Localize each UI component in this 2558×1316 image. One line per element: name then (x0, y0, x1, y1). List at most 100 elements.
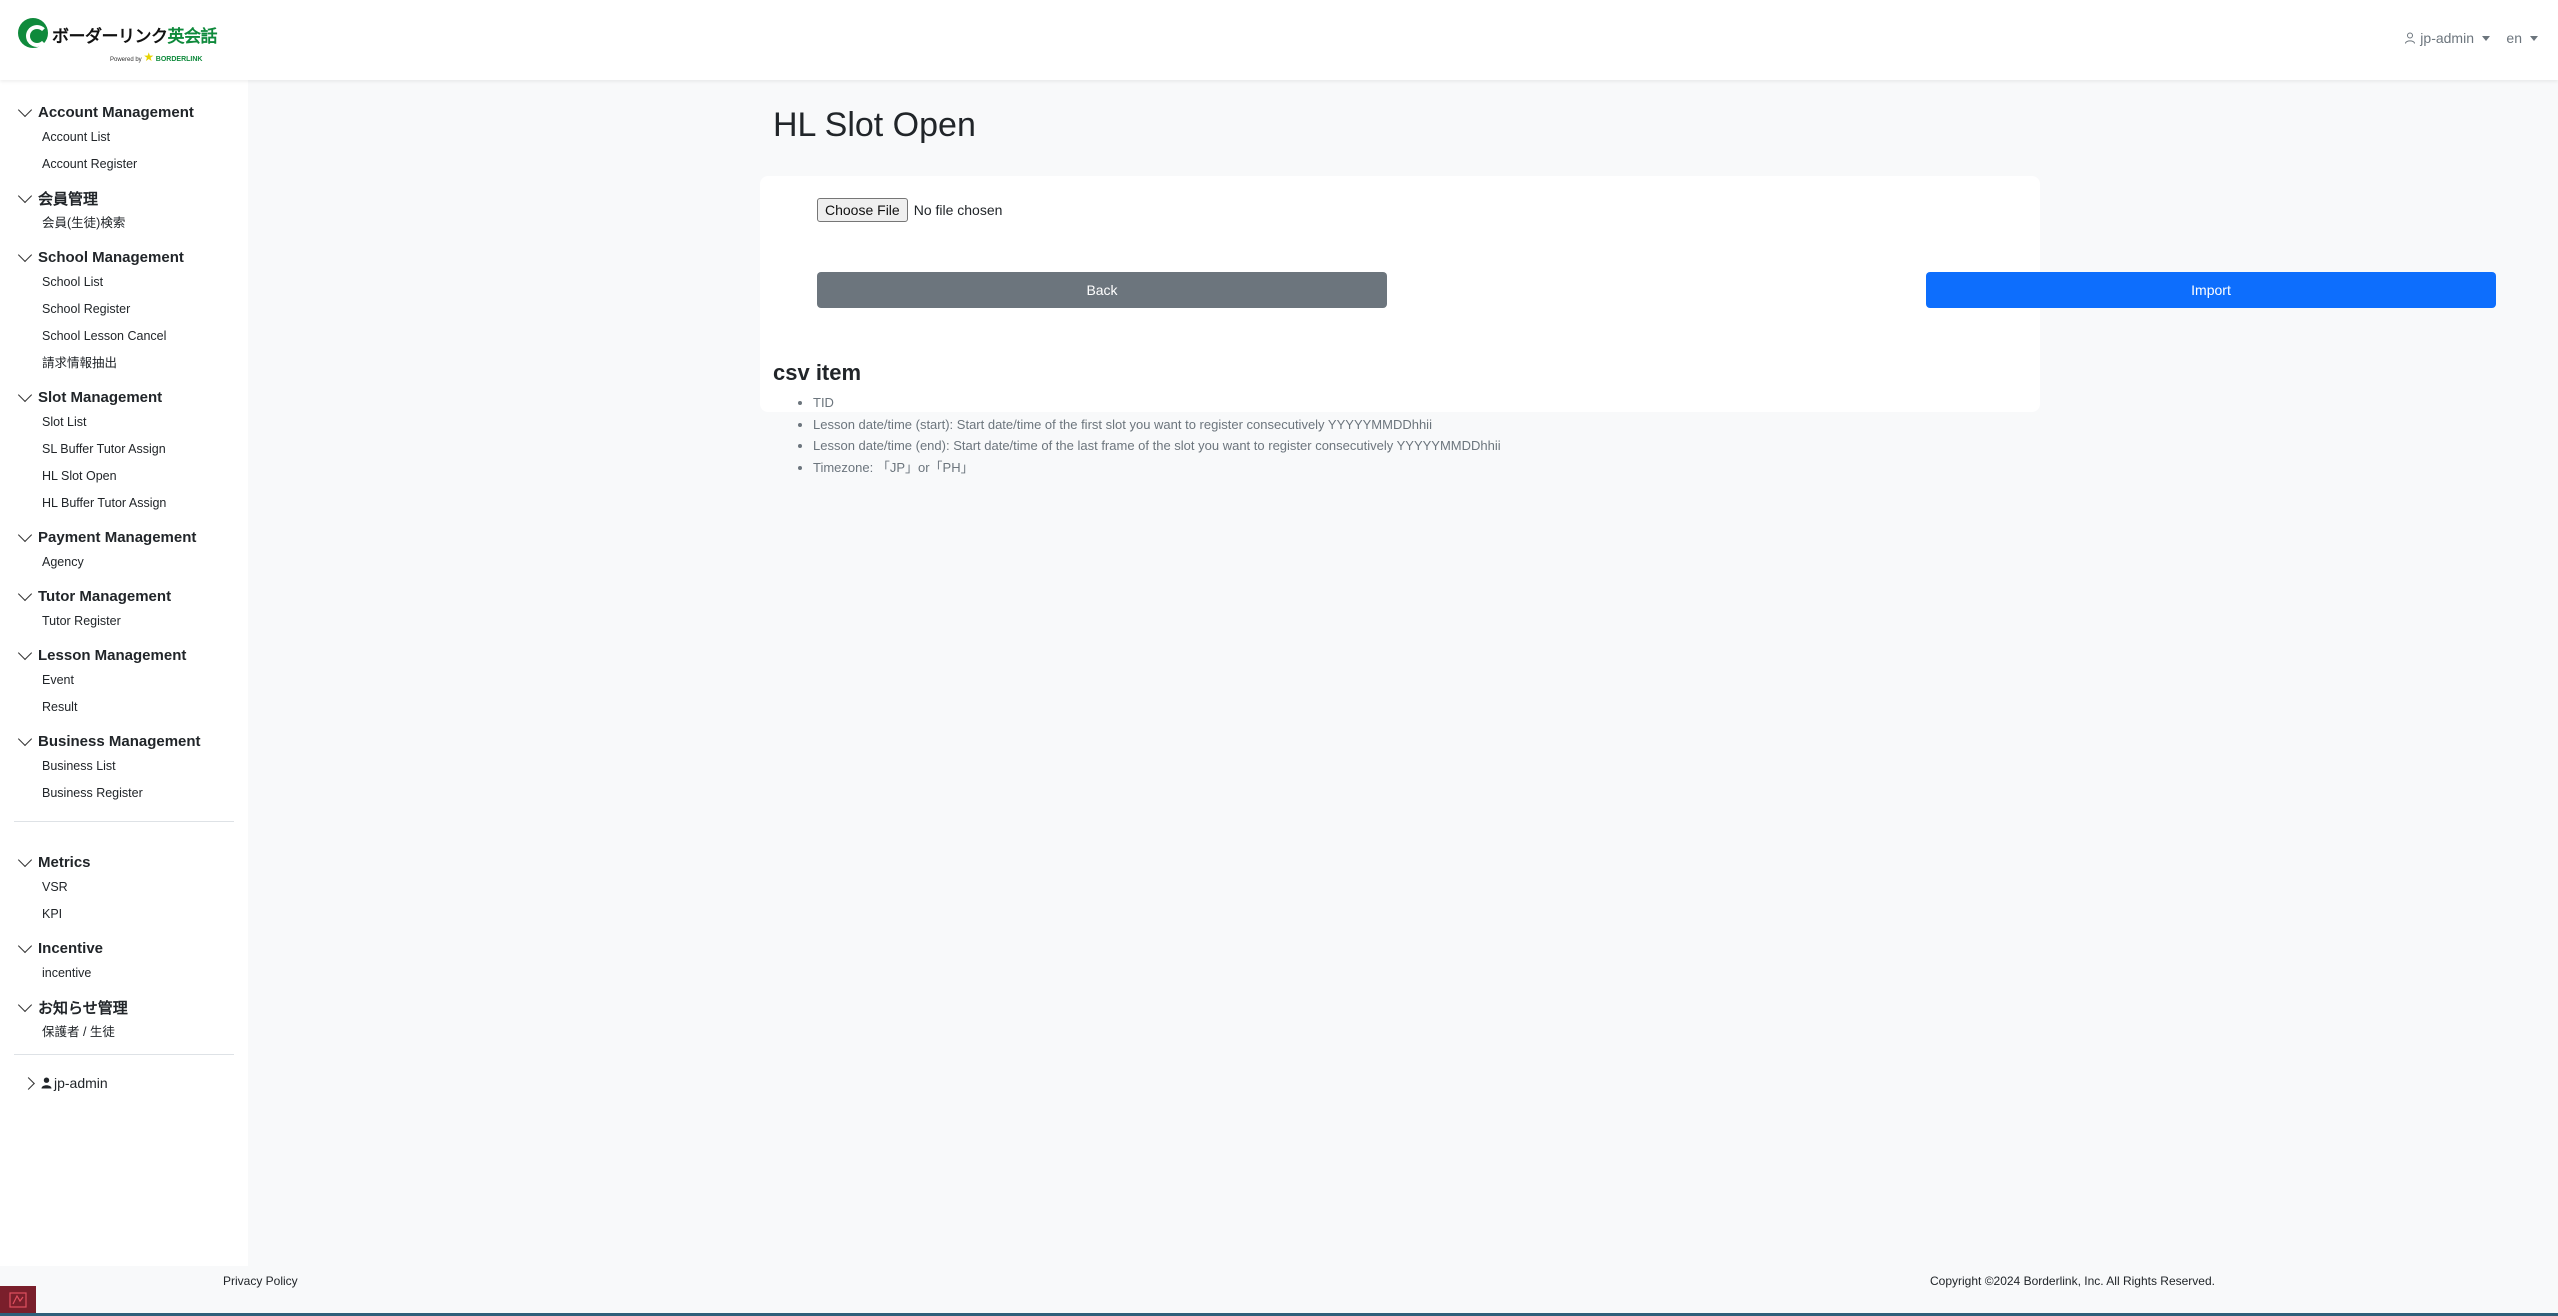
top-header: ボーダーリンク英会話 Powered by ★ BORDERLINK jp-ad… (0, 0, 2558, 80)
sidebar-section: Account Management Account List Account Re… (0, 100, 248, 178)
sidebar-section-toggle[interactable]: Metrics (0, 850, 248, 874)
copyright-text: Copyright ©2024 Borderlink, Inc. All Rig… (1930, 1274, 2215, 1288)
chevron-down-icon (17, 645, 33, 661)
sidebar-section-toggle[interactable]: Tutor Management (0, 584, 248, 608)
sidebar-section-title: Lesson Management (38, 646, 187, 664)
sidebar-item[interactable]: Business List (0, 753, 248, 780)
sidebar-item[interactable]: VSR (0, 874, 248, 901)
sidebar-section-title: School Management (38, 248, 184, 266)
sidebar-section-toggle[interactable]: School Management (0, 245, 248, 269)
chevron-down-icon (17, 997, 33, 1013)
language-dropdown-label: en (2506, 30, 2522, 46)
import-button[interactable]: Import (1926, 272, 2496, 308)
sidebar-section: 会員管理会員(生徒)検索 (0, 186, 248, 237)
sidebar-item[interactable]: Account Register (0, 151, 248, 178)
sidebar: Account Management Account List Account Re… (0, 80, 248, 1266)
sidebar-section-toggle[interactable]: Business Management (0, 729, 248, 753)
file-status-text: No file chosen (913, 202, 1003, 218)
sidebar-section-title: Slot Management (38, 388, 163, 406)
sidebar-section-title: Incentive (38, 939, 104, 957)
logo-text-black: ボーダーリンク (52, 27, 168, 46)
person-fill-icon (41, 1077, 52, 1089)
csv-item-list: TID Lesson date/time (start): Start date… (793, 392, 1501, 478)
sidebar-item[interactable]: HL Slot Open (0, 463, 248, 490)
import-card: Choose File No file chosen Back Import (760, 176, 2496, 412)
sidebar-section-toggle[interactable]: 会員管理 (0, 186, 248, 210)
sidebar-item[interactable]: School Lesson Cancel (0, 323, 248, 350)
chevron-down-icon (17, 247, 33, 263)
csv-item: Timezone: 「JP」or「PH」 (813, 457, 1501, 479)
sidebar-item[interactable]: 会員(生徒)検索 (0, 210, 248, 237)
sidebar-section: School Management School List School Regis… (0, 245, 248, 377)
sidebar-section: Metrics VSR KPI (0, 850, 248, 928)
sidebar-section: お知らせ管理保護者 / 生徒 (0, 995, 248, 1046)
sidebar-item[interactable]: KPI (0, 901, 248, 928)
sidebar-item[interactable]: Event (0, 667, 248, 694)
sidebar-section-title: Payment Management (38, 528, 197, 546)
sidebar-section: Slot Management Slot List SL Buffer Tutor … (0, 385, 248, 517)
sidebar-item[interactable]: Business Register (0, 780, 248, 807)
logo-text: ボーダーリンク英会話 (52, 22, 217, 47)
sidebar-section: Tutor Management Tutor Register (0, 584, 248, 635)
sidebar-section-toggle[interactable]: Payment Management (0, 525, 248, 549)
chevron-down-icon (17, 852, 33, 868)
sidebar-item[interactable]: Result (0, 694, 248, 721)
sidebar-item[interactable]: incentive (0, 960, 248, 987)
sidebar-section-toggle[interactable]: Incentive (0, 936, 248, 960)
file-input[interactable]: Choose File No file chosen (817, 198, 1002, 222)
sidebar-section-title: Business Management (38, 732, 201, 750)
chevron-down-icon (17, 938, 33, 954)
choose-file-button[interactable]: Choose File (817, 198, 908, 222)
sidebar-divider (14, 821, 234, 822)
sidebar-item[interactable]: 保護者 / 生徒 (0, 1019, 248, 1046)
sidebar-section-toggle[interactable]: お知らせ管理 (0, 995, 248, 1019)
sidebar-divider (14, 1054, 234, 1055)
sidebar-item[interactable]: Account List (0, 124, 248, 151)
language-dropdown[interactable]: en (2506, 30, 2538, 46)
csv-item-heading: csv item (773, 360, 862, 385)
logo-text-green: 英会話 (167, 27, 218, 46)
page-title: HL Slot Open (773, 106, 976, 144)
sidebar-item[interactable]: Tutor Register (0, 608, 248, 635)
sidebar-section-title: Metrics (38, 853, 91, 871)
privacy-policy-link[interactable]: Privacy Policy (223, 1274, 298, 1288)
chevron-down-icon (17, 188, 33, 204)
chevron-down-icon (17, 387, 33, 403)
sidebar-section-toggle[interactable]: Slot Management (0, 385, 248, 409)
chevron-down-icon (17, 731, 33, 747)
sidebar-section-title: お知らせ管理 (38, 999, 128, 1017)
sidebar-section: Payment Management Agency (0, 525, 248, 576)
logo-powered-brand: BORDERLINK (155, 56, 203, 63)
chevron-right-icon (22, 1076, 35, 1090)
csv-item: TID (813, 392, 1501, 414)
sidebar-section-title: 会員管理 (38, 190, 99, 208)
user-dropdown[interactable]: jp-admin (2404, 30, 2490, 46)
sidebar-item[interactable]: School Register (0, 296, 248, 323)
sidebar-section: Incentive incentive (0, 936, 248, 987)
sidebar-section-title: Account Management (38, 103, 194, 121)
sidebar-item[interactable]: 請求情報抽出 (0, 350, 248, 377)
chevron-down-icon (17, 102, 33, 118)
chevron-down-icon (17, 527, 33, 543)
sidebar-section-toggle[interactable]: Account Management (0, 100, 248, 124)
sidebar-item[interactable]: School List (0, 269, 248, 296)
caret-down-icon (2482, 35, 2490, 41)
sidebar-item[interactable]: Slot List (0, 409, 248, 436)
logo-mark-icon (18, 18, 48, 48)
back-button[interactable]: Back (817, 272, 1387, 308)
sidebar-user-toggle[interactable]: jp-admin (0, 1071, 248, 1095)
sidebar-section: Business Management Business List Business… (0, 729, 248, 807)
debug-toolbar-icon[interactable] (0, 1286, 36, 1314)
logo[interactable]: ボーダーリンク英会話 Powered by ★ BORDERLINK (18, 16, 217, 66)
sidebar-item[interactable]: HL Buffer Tutor Assign (0, 490, 248, 517)
sidebar-user-label: jp-admin (54, 1075, 108, 1091)
main-content: HL Slot Open Choose File No file chosen … (248, 80, 2558, 1266)
sidebar-sections-secondary: Metrics VSR KPI Incentive incentive お知らせ管理保護者… (0, 850, 248, 1046)
sidebar-item[interactable]: Agency (0, 549, 248, 576)
caret-down-icon (2530, 35, 2538, 41)
chevron-down-icon (17, 586, 33, 602)
csv-item: Lesson date/time (end): Start date/time … (813, 435, 1501, 457)
sidebar-section: Lesson Management Event Result (0, 643, 248, 721)
sidebar-section-toggle[interactable]: Lesson Management (0, 643, 248, 667)
sidebar-item[interactable]: SL Buffer Tutor Assign (0, 436, 248, 463)
